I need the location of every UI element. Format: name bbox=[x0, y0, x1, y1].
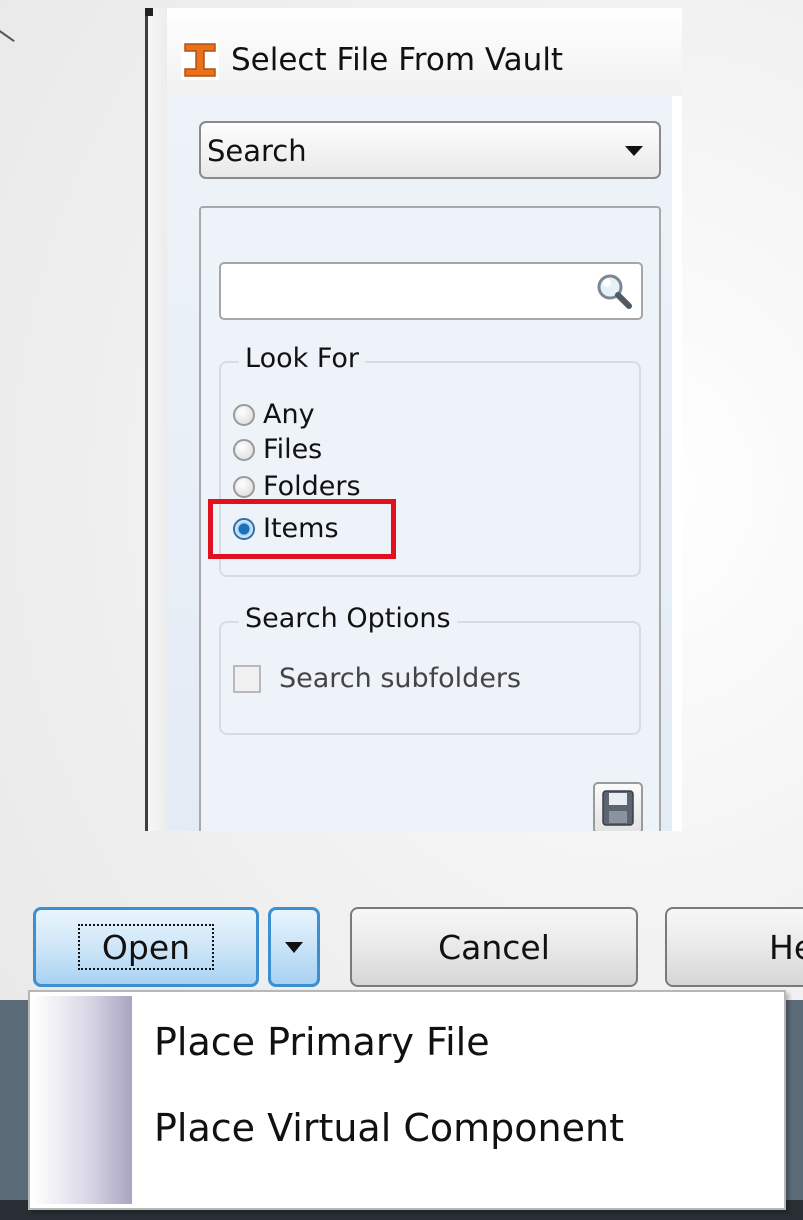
help-button[interactable]: He bbox=[665, 907, 803, 987]
dialog-right-edge bbox=[672, 96, 682, 831]
look-for-legend: Look For bbox=[239, 343, 366, 374]
menu-item-place-primary-file[interactable]: Place Primary File bbox=[154, 1020, 490, 1064]
menu-gutter bbox=[34, 996, 132, 1204]
open-options-menu: Place Primary File Place Virtual Compone… bbox=[28, 990, 786, 1210]
dialog-left-frame bbox=[145, 8, 167, 831]
search-subfolders-option[interactable]: Search subfolders bbox=[233, 663, 521, 694]
open-button[interactable]: Open bbox=[33, 907, 259, 987]
cancel-button-label: Cancel bbox=[438, 927, 550, 967]
search-options-group: Search Options Search subfolders bbox=[219, 603, 641, 735]
radio-items[interactable]: Items bbox=[233, 515, 345, 543]
background-tick-mark bbox=[0, 30, 15, 54]
open-button-label: Open bbox=[77, 924, 215, 970]
dialog-frame-corner bbox=[145, 8, 153, 16]
search-subfolders-checkbox[interactable] bbox=[233, 664, 261, 693]
search-subfolders-label: Search subfolders bbox=[279, 663, 522, 694]
search-input[interactable] bbox=[219, 262, 643, 320]
menu-item-place-virtual-component[interactable]: Place Virtual Component bbox=[154, 1106, 624, 1150]
help-button-label: He bbox=[769, 927, 803, 967]
save-search-button[interactable] bbox=[593, 782, 643, 831]
search-pane: Look For Any Files Folders Items Search … bbox=[199, 206, 661, 831]
dialog-title: Select File From Vault bbox=[231, 42, 564, 78]
radio-label: Folders bbox=[263, 471, 361, 502]
look-for-group: Look For Any Files Folders Items bbox=[208, 343, 641, 577]
mode-dropdown[interactable]: Search bbox=[199, 121, 661, 179]
radio-label: Items bbox=[263, 513, 339, 544]
radio-any[interactable]: Any bbox=[233, 401, 315, 429]
dialog-body: Search Look For Any Files Folders Items … bbox=[167, 96, 682, 831]
radio-label: Files bbox=[263, 434, 323, 465]
mode-dropdown-value: Search bbox=[207, 134, 307, 168]
radio-button-icon bbox=[233, 404, 255, 426]
radio-button-icon bbox=[233, 439, 255, 461]
search-options-legend: Search Options bbox=[239, 603, 457, 634]
chevron-down-icon bbox=[285, 941, 303, 953]
cancel-button[interactable]: Cancel bbox=[350, 907, 638, 987]
radio-button-icon bbox=[233, 476, 255, 498]
search-icon[interactable] bbox=[595, 272, 633, 310]
dialog-title-bar: Select File From Vault bbox=[167, 8, 682, 96]
chevron-down-icon bbox=[625, 146, 643, 156]
radio-label: Any bbox=[263, 399, 315, 430]
radio-button-selected-icon bbox=[233, 518, 255, 540]
inventor-app-icon bbox=[181, 40, 219, 80]
radio-folders[interactable]: Folders bbox=[233, 473, 361, 501]
open-dropdown-button[interactable] bbox=[268, 907, 320, 987]
radio-files[interactable]: Files bbox=[233, 436, 322, 464]
select-file-dialog: Select File From Vault Search Look For A… bbox=[145, 8, 682, 831]
floppy-disk-icon bbox=[602, 790, 634, 826]
